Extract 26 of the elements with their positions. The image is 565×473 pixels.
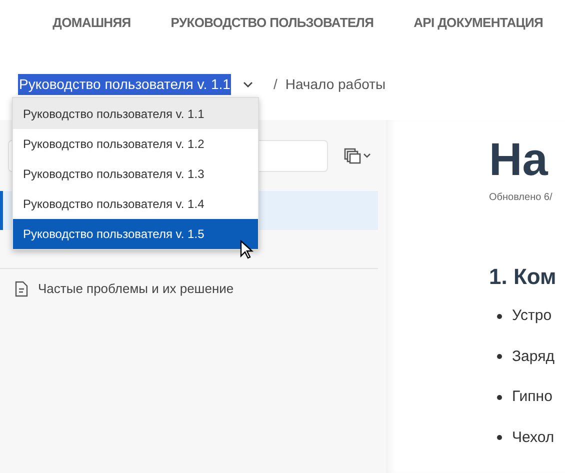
page-title: На bbox=[489, 136, 550, 182]
version-dropdown[interactable]: Руководство пользователя v. 1.1 bbox=[18, 74, 232, 94]
nav-link[interactable]: ДОМАШНЯЯ bbox=[52, 12, 131, 32]
chevron-down-icon[interactable] bbox=[243, 80, 254, 88]
list-item: Чехол bbox=[512, 428, 554, 448]
section-heading: 1. Ком bbox=[489, 263, 558, 291]
list-item: Устро bbox=[512, 306, 552, 326]
menu-item[interactable]: Руководство пользователя v. 1.1 bbox=[13, 98, 258, 129]
document-icon bbox=[15, 281, 28, 297]
bullet-icon bbox=[497, 435, 502, 440]
menu-item[interactable]: Руководство пользователя v. 1.2 bbox=[13, 129, 258, 159]
breadcrumb-link[interactable]: Начало работы bbox=[285, 74, 386, 94]
copy-menu-button[interactable] bbox=[344, 148, 372, 164]
updated-date: Обновлено 6/ bbox=[489, 191, 554, 205]
nav-link[interactable]: РУКОВОДСТВО ПОЛЬЗОВАТЕЛЯ bbox=[170, 12, 374, 32]
menu-item[interactable]: Руководство пользователя v. 1.5 bbox=[13, 219, 258, 249]
nav-link[interactable]: API ДОКУМЕНТАЦИЯ bbox=[414, 12, 543, 32]
breadcrumb-separator: / bbox=[273, 74, 278, 94]
bullet-icon bbox=[497, 354, 502, 360]
menu-item[interactable]: Руководство пользователя v. 1.4 bbox=[13, 189, 258, 219]
list-item: Заряд bbox=[512, 346, 554, 366]
bullet-icon bbox=[497, 394, 502, 400]
bullet-icon bbox=[497, 314, 502, 319]
menu-item[interactable]: Руководство пользователя v. 1.3 bbox=[13, 159, 258, 189]
sidebar-item[interactable]: Частые проблемы и их решение bbox=[0, 269, 386, 309]
list-item: Гипно bbox=[512, 387, 552, 407]
